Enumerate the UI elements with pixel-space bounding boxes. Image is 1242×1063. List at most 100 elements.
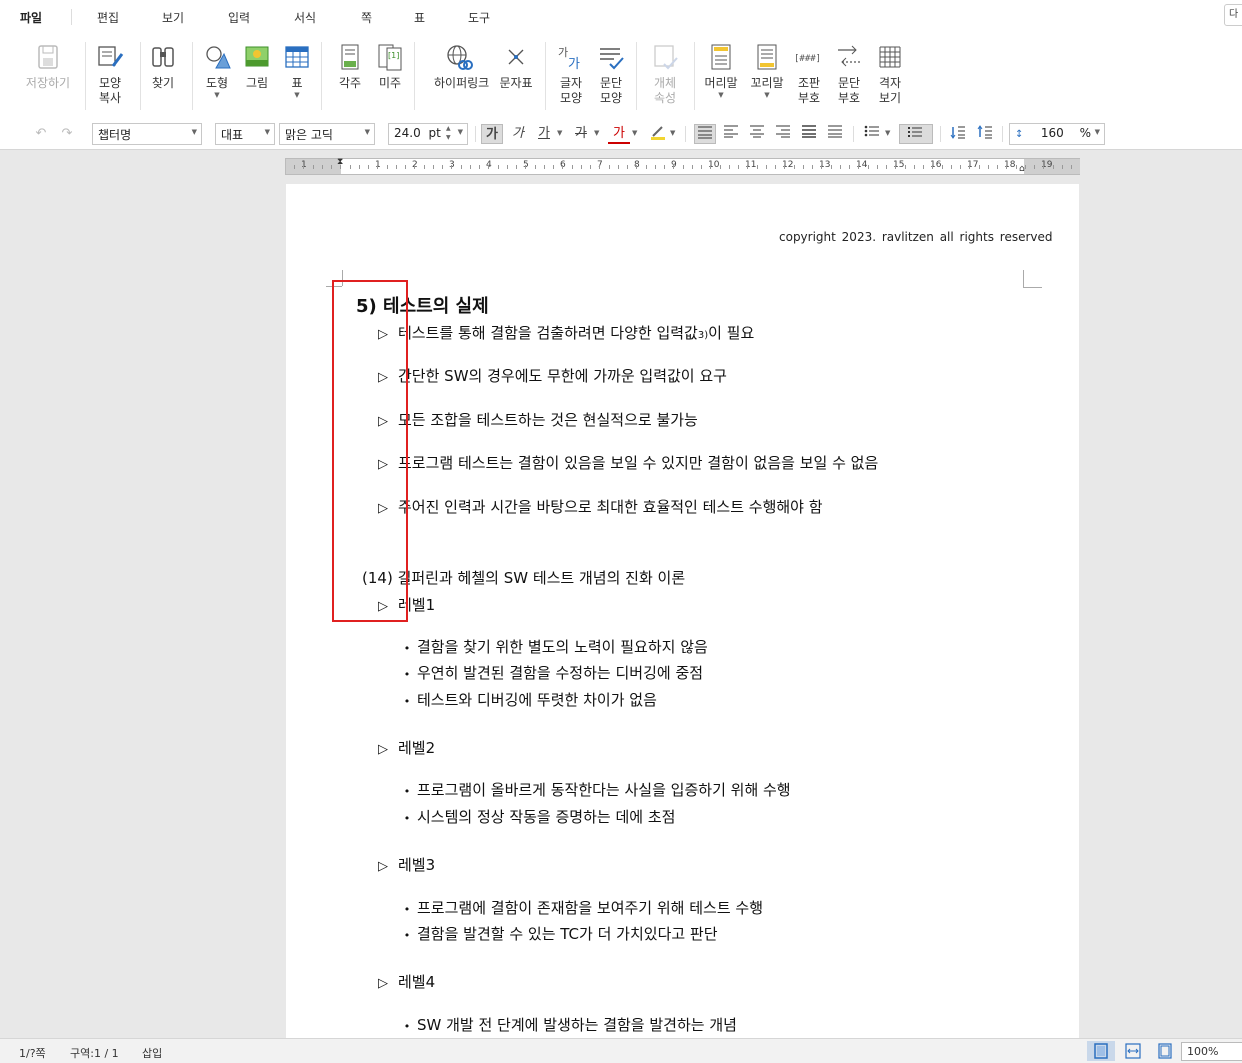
ruler-tick bbox=[932, 165, 933, 169]
width-view-button[interactable] bbox=[1119, 1041, 1147, 1061]
style-select[interactable]: 챕터명 ▼ bbox=[92, 123, 202, 145]
chevron-down-icon[interactable]: ▼ bbox=[557, 129, 562, 137]
menu-bar: 파일 편집 보기 입력 서식 쪽 표 도구 다 bbox=[0, 0, 1242, 34]
header-button[interactable]: 머리말 ▼ bbox=[697, 42, 745, 99]
align-left-icon[interactable] bbox=[720, 124, 742, 144]
find-button[interactable]: 찾기 bbox=[139, 42, 187, 91]
align-center-icon[interactable] bbox=[746, 124, 768, 144]
ruler-tick bbox=[1025, 165, 1026, 169]
ruler-tick bbox=[313, 165, 314, 169]
table-button[interactable]: 표 ▼ bbox=[273, 42, 321, 99]
menu-file[interactable]: 파일 bbox=[20, 9, 42, 26]
chevron-down-icon[interactable]: ▼ bbox=[594, 129, 599, 137]
ruler-tick bbox=[553, 165, 554, 169]
ruler-tick bbox=[1053, 165, 1054, 169]
bullet-item: • 우연히 발견된 결함을 수정하는 디버깅에 중점 bbox=[403, 664, 704, 682]
chevron-down-icon[interactable]: ▼ bbox=[885, 129, 890, 137]
footnote-icon bbox=[335, 42, 365, 72]
char-shape-icon: 가가 bbox=[556, 42, 586, 72]
decrease-indent-icon[interactable] bbox=[947, 124, 969, 144]
increase-indent-icon[interactable] bbox=[974, 124, 996, 144]
endnote-button[interactable]: [1] 미주 bbox=[366, 42, 414, 91]
zoom-level-field[interactable]: 100% bbox=[1181, 1042, 1242, 1061]
italic-button[interactable]: 가 bbox=[507, 124, 529, 144]
indent-marker-icon[interactable]: ⧗ bbox=[337, 157, 343, 167]
footer-button[interactable]: 꼬리말 ▼ bbox=[743, 42, 791, 99]
stepper-icon[interactable]: ▲ ▼ bbox=[446, 124, 451, 142]
insert-mode-indicator[interactable]: 삽입 bbox=[142, 1045, 162, 1061]
line-spacing-icon: ↕ bbox=[1015, 129, 1024, 140]
redo-icon[interactable]: ↷ bbox=[56, 124, 78, 144]
menu-format[interactable]: 서식 bbox=[294, 9, 316, 26]
formatting-toolbar: ↶ ↷ 챕터명 ▼ 대표 ▼ 맑은 고딕 ▼ 24.0 pt ▲ ▼ ▼ 가 가 가 ▼… bbox=[0, 118, 1242, 150]
fit-page-view-button[interactable] bbox=[1151, 1041, 1179, 1061]
extra-menu-button[interactable]: 다 bbox=[1224, 4, 1242, 26]
font-color-button[interactable]: 가 bbox=[608, 124, 630, 144]
chevron-down-icon[interactable]: ▼ bbox=[632, 129, 637, 137]
hyperlink-button[interactable]: 하이퍼링크 bbox=[434, 42, 489, 91]
footer-icon bbox=[752, 42, 782, 72]
language-select[interactable]: 대표 ▼ bbox=[215, 123, 275, 145]
ruler-tick bbox=[562, 165, 563, 169]
highlight-icon[interactable] bbox=[647, 124, 669, 144]
undo-icon[interactable]: ↶ bbox=[30, 124, 52, 144]
align-right-icon[interactable] bbox=[772, 124, 794, 144]
ruler-tick bbox=[729, 165, 730, 169]
menu-table[interactable]: 표 bbox=[414, 9, 425, 26]
ruler-tick bbox=[775, 165, 776, 169]
grid-view-button[interactable]: 격자 보기 bbox=[866, 42, 914, 106]
ruler-tick bbox=[960, 165, 961, 169]
ruler-tick bbox=[831, 165, 832, 169]
ruler-tick bbox=[747, 165, 748, 169]
globe-link-icon bbox=[443, 42, 473, 72]
toolbar-divider bbox=[1002, 126, 1003, 142]
document-page[interactable]: copyright 2023. ravlitzen all rights res… bbox=[286, 184, 1079, 1038]
numbered-list-icon[interactable] bbox=[899, 124, 933, 144]
ruler-tick bbox=[720, 165, 721, 169]
ruler-tick bbox=[923, 165, 924, 169]
right-indent-marker-icon[interactable]: ⌂ bbox=[1019, 164, 1025, 174]
ruler-tick bbox=[942, 165, 943, 169]
object-props-button[interactable]: 개체 속성 bbox=[641, 42, 689, 106]
underline-button[interactable]: 가 bbox=[533, 124, 555, 144]
ruler-tick bbox=[868, 165, 869, 169]
ruler-tick bbox=[544, 165, 545, 169]
font-select[interactable]: 맑은 고딕 ▼ bbox=[279, 123, 375, 145]
ribbon-divider bbox=[321, 42, 322, 110]
ruler-tick bbox=[525, 165, 526, 169]
menu-edit[interactable]: 편집 bbox=[97, 9, 119, 26]
align-distribute-icon[interactable] bbox=[798, 124, 820, 144]
ruler-tick bbox=[858, 165, 859, 169]
ruler-tick bbox=[535, 165, 536, 169]
menu-tools[interactable]: 도구 bbox=[468, 9, 490, 26]
page-indicator[interactable]: 1/?쪽 bbox=[19, 1045, 46, 1061]
chevron-down-icon[interactable]: ▼ bbox=[670, 129, 675, 137]
align-split-icon[interactable] bbox=[824, 124, 846, 144]
format-copy-button[interactable]: 모양 복사 bbox=[86, 42, 134, 106]
bullet-item: • 결함을 발견할 수 있는 TC가 더 가치있다고 판단 bbox=[403, 925, 718, 943]
align-justify-icon[interactable] bbox=[694, 124, 716, 144]
menu-page[interactable]: 쪽 bbox=[361, 9, 372, 26]
horizontal-ruler[interactable]: 112345678910111213141516171819 ⧗ ⌂ bbox=[285, 157, 1081, 175]
ruler-tick bbox=[895, 165, 896, 169]
ruler-tick bbox=[618, 165, 619, 169]
toolbar-divider bbox=[475, 126, 476, 142]
save-button[interactable]: 저장하기 bbox=[24, 42, 72, 91]
save-icon bbox=[33, 42, 63, 72]
layout-marks-icon: [###] bbox=[794, 42, 824, 72]
chevron-down-icon: ▼ bbox=[718, 91, 724, 99]
section-indicator: 구역:1 / 1 bbox=[70, 1047, 119, 1060]
ruler-scale: 112345678910111213141516171819 bbox=[286, 159, 1081, 174]
strikethrough-button[interactable]: 가 bbox=[570, 124, 592, 144]
para-shape-button[interactable]: 문단 모양 bbox=[587, 42, 635, 106]
menu-insert[interactable]: 입력 bbox=[228, 9, 250, 26]
ruler-tick bbox=[646, 165, 647, 169]
page-view-button[interactable] bbox=[1087, 1041, 1115, 1061]
toolbar-divider bbox=[685, 126, 686, 142]
bold-button[interactable]: 가 bbox=[481, 124, 503, 144]
line-spacing-input[interactable]: ↕ 160 % ▼ bbox=[1009, 123, 1105, 145]
symbol-button[interactable]: 문자표 bbox=[492, 42, 540, 91]
font-size-input[interactable]: 24.0 pt ▲ ▼ ▼ bbox=[388, 123, 468, 145]
menu-view[interactable]: 보기 bbox=[162, 9, 184, 26]
bullet-list-icon[interactable] bbox=[861, 124, 883, 144]
